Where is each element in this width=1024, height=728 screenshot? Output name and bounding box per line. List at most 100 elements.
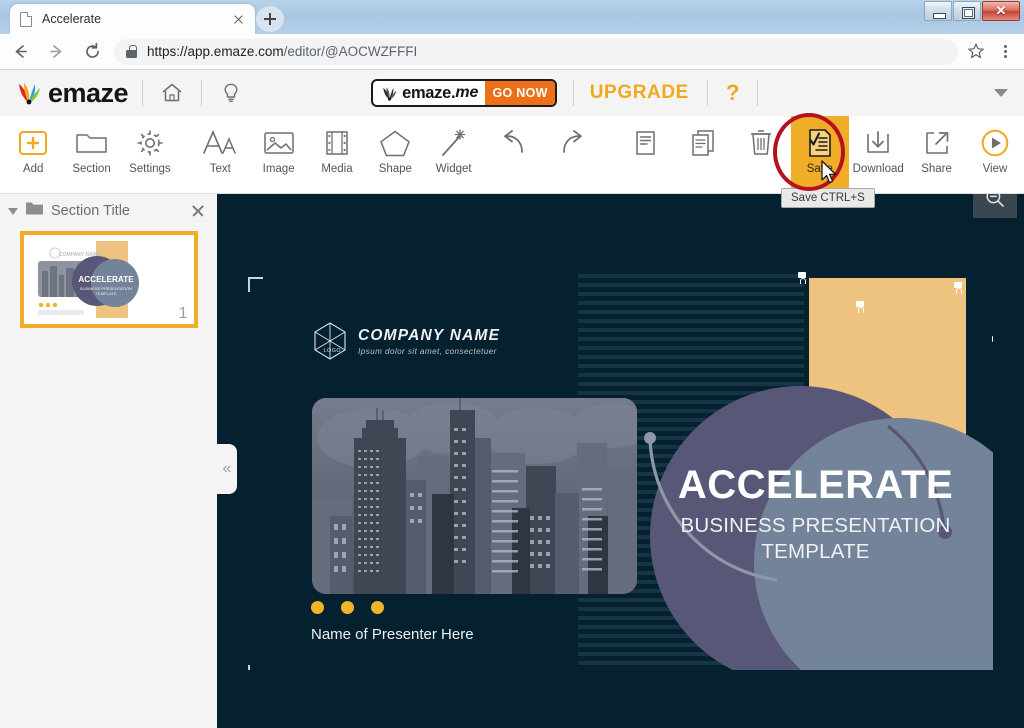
folder-icon: [73, 124, 111, 162]
star-icon[interactable]: [966, 41, 988, 63]
reload-icon[interactable]: [76, 36, 108, 68]
toolbar-delete[interactable]: [732, 116, 790, 188]
address-bar[interactable]: https://app.emaze.com/editor/@AOCWZFFFI: [114, 38, 958, 65]
toolbar-duplicate[interactable]: [674, 116, 732, 188]
back-arrow-icon[interactable]: [4, 36, 36, 68]
toolbar-text[interactable]: Text: [191, 116, 249, 188]
slide-title-block[interactable]: ACCELERATE BUSINESS PRESENTATION TEMPLAT…: [638, 464, 993, 564]
header-divider-4: [706, 80, 708, 106]
pentagon-icon: [378, 124, 412, 162]
toolbar-shape[interactable]: Shape: [366, 116, 424, 188]
header-divider-1: [142, 80, 144, 106]
forward-arrow-icon[interactable]: [40, 36, 72, 68]
toolbar-label: Download: [852, 163, 904, 175]
section-header: Section Title: [0, 194, 217, 228]
text-aa-icon: [200, 124, 240, 162]
city-skyline-graphic: [312, 398, 637, 594]
hexagon-logo-icon: LOGO: [314, 322, 346, 360]
slide-canvas[interactable]: LOGO COMPANY NAME Ipsum dolor sit amet, …: [248, 232, 993, 670]
editor-toolbar: Add Section Settings Text Image Media Sh…: [0, 116, 1024, 194]
close-window-button[interactable]: ✕: [982, 1, 1020, 21]
toolbar-media[interactable]: Media: [308, 116, 366, 188]
save-icon: [803, 124, 837, 162]
duplicate-icon: [687, 124, 719, 162]
toolbar-widget[interactable]: Widget: [425, 116, 483, 188]
tab-title: Accelerate: [42, 12, 102, 26]
page-favicon-icon: [18, 11, 33, 27]
slide-number: 1: [178, 305, 188, 322]
upgrade-button[interactable]: UPGRADE: [590, 82, 689, 104]
close-tab-icon[interactable]: [229, 10, 247, 28]
toolbar-save[interactable]: Save: [790, 116, 850, 188]
app-header: emaze emaze. me GO NOW UPGRADE ?: [0, 70, 1024, 116]
play-circle-icon: [979, 124, 1011, 162]
zoom-out-icon: [985, 194, 1005, 213]
toolbar-section[interactable]: Section: [62, 116, 120, 188]
slide-icon: [630, 124, 660, 162]
toolbar-label: Text: [209, 163, 231, 175]
home-icon[interactable]: [157, 78, 187, 108]
toolbar-label: Widget: [435, 163, 472, 175]
emaze-me-brand: emaze.: [402, 83, 456, 102]
toolbar-add[interactable]: Add: [4, 116, 62, 188]
close-section-icon[interactable]: [189, 202, 207, 220]
toolbar-label: Shape: [378, 163, 412, 175]
lightbulb-icon[interactable]: [216, 78, 246, 108]
emaze-brand-text: emaze: [48, 77, 129, 108]
slide-main-title: ACCELERATE: [677, 463, 954, 507]
image-icon: [261, 124, 297, 162]
triangle-down-icon[interactable]: [8, 207, 18, 215]
minimize-button[interactable]: [924, 1, 952, 21]
go-now-button[interactable]: GO NOW: [485, 81, 555, 105]
company-logo-block[interactable]: LOGO COMPANY NAME Ipsum dolor sit amet, …: [312, 321, 500, 361]
emaze-logo[interactable]: emaze: [0, 77, 129, 109]
toolbar-image[interactable]: Image: [249, 116, 307, 188]
toolbar-undo[interactable]: [485, 116, 543, 188]
accent-dot: [341, 601, 354, 614]
toolbar-settings[interactable]: Settings: [121, 116, 179, 188]
slide-subtitle-line1: BUSINESS PRESENTATION: [680, 514, 951, 537]
toolbar-view[interactable]: View: [966, 116, 1024, 188]
accent-dots[interactable]: [311, 601, 384, 614]
accent-dot: [371, 601, 384, 614]
plus-square-icon: [15, 124, 51, 162]
kebab-menu-icon[interactable]: [992, 39, 1018, 65]
help-button[interactable]: ?: [726, 80, 739, 106]
restore-button[interactable]: [953, 1, 981, 21]
toolbar-redo[interactable]: [543, 116, 601, 188]
toolbar-label: Add: [22, 163, 44, 175]
trash-icon: [747, 124, 775, 162]
emaze-me-promo-badge[interactable]: emaze. me GO NOW: [371, 79, 557, 107]
slide-thumbnail[interactable]: COMPANY NAME ACCELERATE BUSINESS PRESENT…: [19, 231, 198, 328]
chevron-down-icon[interactable]: [994, 89, 1008, 97]
toolbar-label: Media: [321, 163, 353, 175]
section-title: Section Title: [51, 203, 130, 219]
redo-icon: [554, 124, 590, 162]
lock-icon: [126, 45, 137, 58]
collapse-panel-button[interactable]: «: [217, 444, 237, 494]
toolbar-download[interactable]: Download: [849, 116, 907, 188]
header-divider-3: [572, 80, 574, 106]
presenter-name[interactable]: Name of Presenter Here: [311, 626, 474, 643]
application-window: Accelerate ✕ https://app.emaze.com/edito…: [0, 0, 1024, 728]
window-controls: ✕: [923, 1, 1020, 21]
company-tagline: Ipsum dolor sit amet, consectetuer: [358, 346, 497, 356]
toolbar-new-slide[interactable]: [616, 116, 674, 188]
emaze-me-suffix: me: [455, 84, 479, 101]
film-icon: [321, 124, 353, 162]
toolbar-label: Share: [921, 163, 952, 175]
zoom-out-button[interactable]: [973, 194, 1017, 218]
city-skyline-image[interactable]: [312, 398, 637, 594]
window-title-bar: Accelerate ✕: [0, 0, 1024, 34]
editor-canvas-stage[interactable]: « LOGO COMPANY NAME Ipsum dolor sit amet…: [217, 194, 1024, 728]
new-tab-button[interactable]: [256, 6, 284, 32]
toolbar-label: View: [982, 163, 1008, 175]
crop-mark-bottom-left: [248, 665, 263, 670]
emaze-me-logo-icon: [383, 86, 397, 101]
toolbar-label: Settings: [129, 163, 171, 175]
toolbar-share[interactable]: Share: [907, 116, 965, 188]
browser-tab[interactable]: Accelerate: [10, 4, 255, 34]
folder-icon: [25, 201, 44, 221]
magic-wand-icon: [438, 124, 470, 162]
download-icon: [862, 124, 894, 162]
